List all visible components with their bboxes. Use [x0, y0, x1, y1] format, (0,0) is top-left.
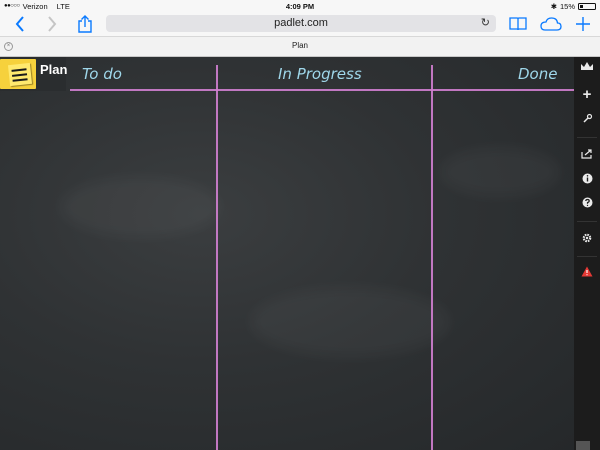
chevron-left-icon	[15, 16, 24, 32]
tab-title[interactable]: Plan	[0, 41, 600, 50]
chalk-smudge	[440, 147, 560, 197]
new-tab-button[interactable]	[574, 15, 592, 33]
icloud-tabs-button[interactable]	[540, 15, 562, 33]
wrench-icon[interactable]	[574, 113, 600, 128]
battery-percent: 15%	[559, 1, 575, 11]
column-heading-in-progress: In Progress	[278, 65, 362, 83]
back-button[interactable]	[10, 15, 30, 33]
browser-toolbar: padlet.com ↻	[0, 12, 600, 36]
forward-button[interactable]	[42, 15, 62, 33]
chalk-smudge	[60, 177, 220, 237]
sidebar-separator	[577, 221, 597, 222]
reload-icon[interactable]: ↻	[481, 15, 490, 32]
column-heading-done: Done	[518, 65, 558, 83]
cloud-icon	[540, 17, 562, 31]
sticky-note-icon	[0, 59, 36, 89]
bookmarks-button[interactable]	[508, 15, 528, 33]
sidebar-separator	[577, 137, 597, 138]
share-button[interactable]	[75, 15, 95, 33]
padlet-sidebar: +	[574, 57, 600, 450]
column-divider	[431, 65, 433, 450]
plus-icon	[576, 17, 590, 31]
column-heading-todo: To do	[82, 65, 122, 83]
help-icon[interactable]	[574, 197, 600, 212]
book-icon	[509, 17, 527, 31]
battery-info: ✱ 15%	[551, 2, 596, 11]
url-text: padlet.com	[274, 17, 328, 29]
info-icon[interactable]	[574, 173, 600, 188]
board-header: Plan To do In Progress Done	[0, 57, 574, 92]
padlet-board[interactable]: Plan To do In Progress Done	[0, 57, 574, 450]
battery-icon	[578, 2, 596, 10]
plus-icon[interactable]: +	[574, 87, 600, 102]
warning-icon[interactable]	[574, 266, 600, 281]
board-title: Plan	[40, 62, 68, 77]
tab-bar: × Plan	[0, 36, 600, 57]
gear-icon[interactable]	[574, 232, 600, 248]
header-divider	[70, 89, 574, 91]
crown-icon[interactable]	[574, 61, 600, 75]
url-field[interactable]: padlet.com ↻	[106, 15, 496, 32]
chevron-right-icon	[48, 16, 57, 32]
chalk-smudge	[250, 287, 450, 357]
share-icon	[78, 15, 92, 33]
status-time: 4:09 PM	[285, 1, 315, 11]
resize-handle[interactable]	[576, 441, 590, 450]
column-divider	[216, 65, 218, 450]
share-out-icon[interactable]	[574, 149, 600, 163]
sidebar-separator	[577, 256, 597, 257]
status-bar: ●●○○○ Verizon LTE 4:09 PM ✱ 15%	[0, 0, 600, 12]
bluetooth-icon: ✱	[550, 1, 557, 11]
board-title-block[interactable]: Plan	[0, 57, 68, 91]
